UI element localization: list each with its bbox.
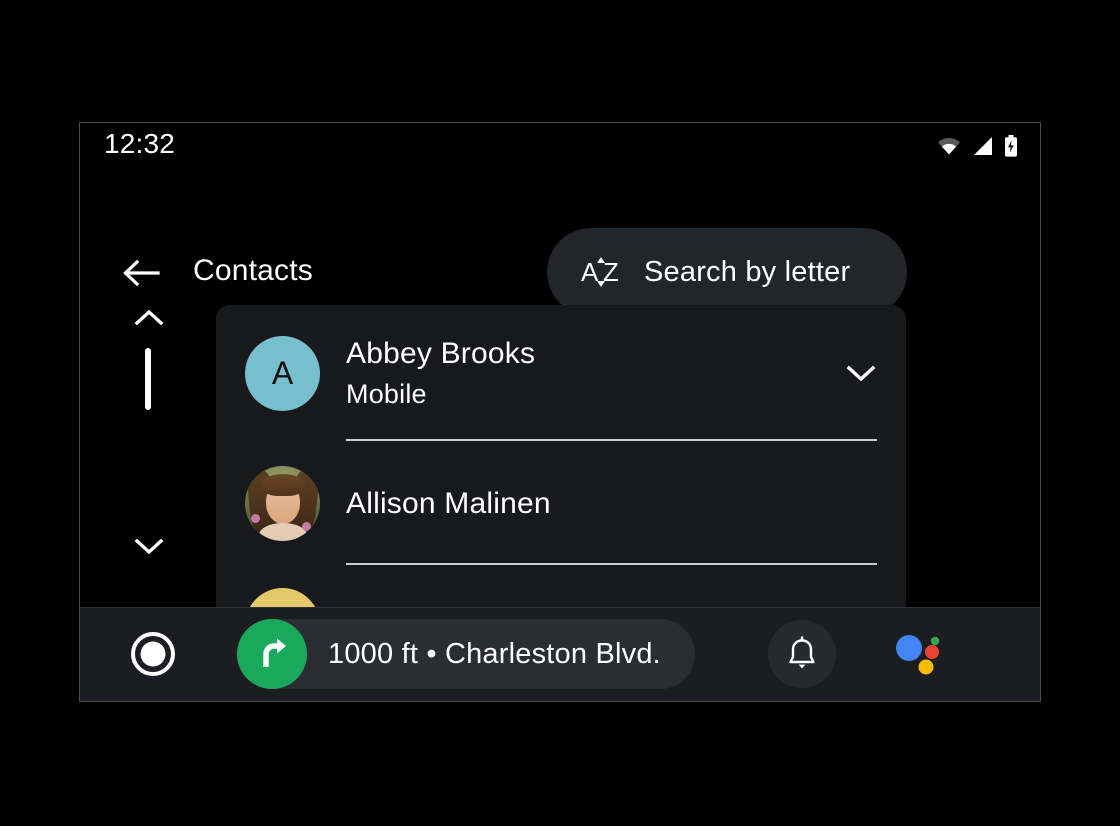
google-assistant-button[interactable]	[890, 626, 946, 682]
chevron-down-icon	[134, 538, 164, 555]
avatar	[245, 465, 320, 541]
battery-charging-icon	[1005, 135, 1017, 157]
nav-home-circle-icon	[131, 632, 175, 676]
avatar-photo-flower	[251, 513, 260, 523]
svg-text:A: A	[581, 257, 599, 287]
chevron-down-icon	[846, 365, 876, 382]
contact-name: Allison Malinen	[346, 486, 551, 520]
google-assistant-icon	[896, 635, 940, 675]
cell-signal-icon	[974, 137, 992, 155]
scrollbar-thumb[interactable]	[145, 348, 151, 410]
app-bar: Contacts A Z Search by letter	[80, 171, 1040, 316]
status-icon-group	[936, 135, 1018, 157]
contact-name: Abbey Brooks	[346, 336, 536, 370]
scroll-down-button[interactable]	[127, 531, 171, 561]
az-sort-icon: A Z	[581, 257, 619, 287]
svg-text:Z: Z	[603, 257, 619, 287]
contact-row-body: Allison Malinen	[346, 441, 906, 565]
contact-row-body: Abbey Brooks Mobile	[346, 305, 906, 441]
home-button[interactable]	[129, 630, 177, 678]
bottom-navigation-bar: 1000 ft • Charleston Blvd.	[80, 607, 1040, 701]
bell-icon	[789, 636, 815, 669]
contact-list-item[interactable]: A Abbey Brooks Mobile	[216, 305, 906, 441]
turn-direction-badge	[237, 619, 307, 689]
avatar-initial: A	[271, 354, 294, 391]
chevron-up-icon	[134, 309, 164, 326]
scroll-up-button[interactable]	[127, 303, 171, 333]
navigation-status-text: 1000 ft • Charleston Blvd.	[328, 637, 661, 670]
wifi-icon	[938, 138, 960, 155]
notifications-button[interactable]	[768, 620, 836, 688]
avatar-photo-fringe	[260, 473, 305, 496]
navigation-status-button[interactable]: 1000 ft • Charleston Blvd.	[237, 619, 695, 689]
back-button[interactable]	[119, 251, 163, 295]
status-clock: 12:32	[104, 128, 176, 159]
turn-right-icon	[263, 638, 286, 667]
status-bar: 12:32	[80, 123, 1040, 171]
avatar: A	[245, 335, 320, 411]
search-by-letter-button[interactable]: A Z Search by letter	[547, 228, 907, 316]
page-title: Contacts	[193, 254, 313, 287]
avatar-photo-flower	[302, 521, 311, 531]
expand-contact-button[interactable]	[844, 361, 878, 385]
arrow-left-icon	[123, 259, 160, 287]
list-scrollbar[interactable]	[118, 303, 180, 603]
car-display-screen: 12:32 Contacts A Z Search by letter A Ab…	[79, 122, 1041, 702]
contact-list-item[interactable]: Allison Malinen	[216, 441, 906, 565]
contact-subtitle: Mobile	[346, 378, 427, 409]
search-by-letter-label: Search by letter	[644, 255, 851, 288]
